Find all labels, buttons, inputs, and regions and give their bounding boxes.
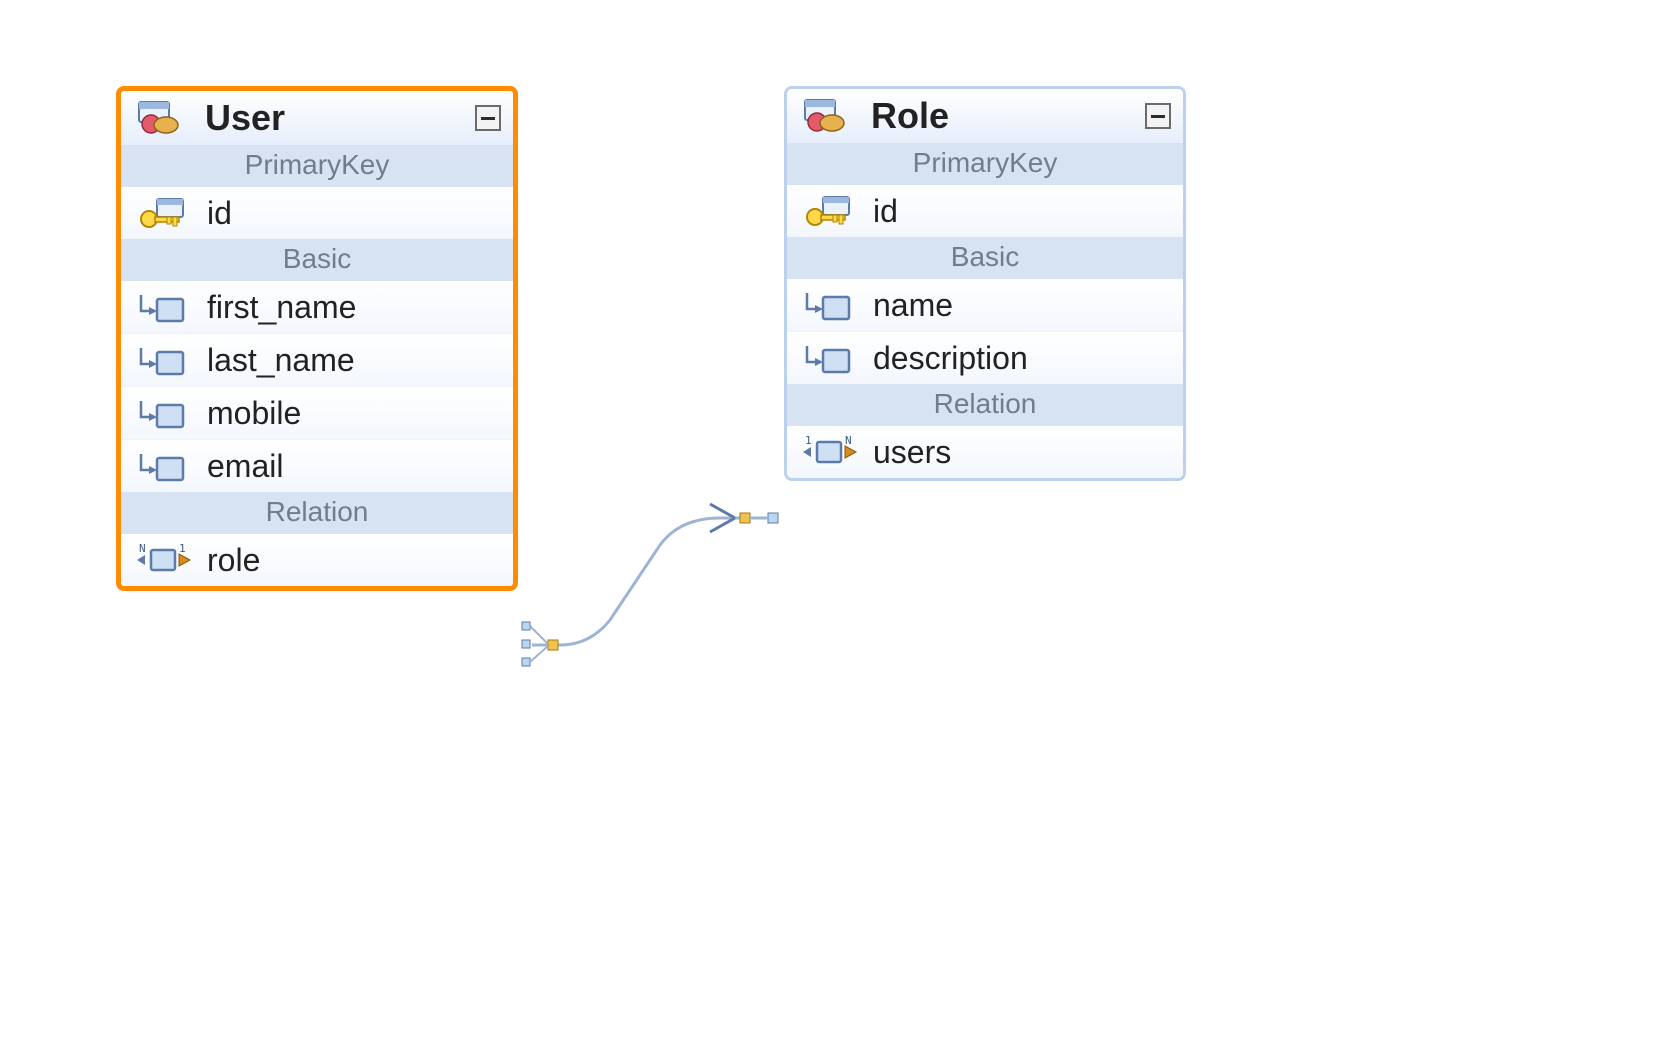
section-primarykey-header: PrimaryKey	[787, 143, 1183, 185]
section-basic-header: Basic	[787, 237, 1183, 279]
section-relation-header: Relation	[787, 384, 1183, 426]
field-role-users[interactable]: users	[787, 426, 1183, 478]
section-relation-header: Relation	[121, 492, 513, 534]
field-user-role[interactable]: role	[121, 534, 513, 586]
entity-role-header[interactable]: Role	[787, 89, 1183, 143]
entity-user-title: User	[205, 97, 461, 139]
section-basic-header: Basic	[121, 239, 513, 281]
attribute-icon	[135, 393, 193, 433]
attribute-icon	[135, 287, 193, 327]
field-user-last-name[interactable]: last_name	[121, 333, 513, 386]
entity-icon	[799, 96, 857, 136]
field-label: role	[207, 542, 260, 579]
attribute-icon	[801, 338, 859, 378]
field-role-description[interactable]: description	[787, 331, 1183, 384]
collapse-icon[interactable]	[1145, 103, 1171, 129]
attribute-icon	[801, 285, 859, 325]
field-label: last_name	[207, 342, 355, 379]
field-label: email	[207, 448, 283, 485]
field-user-mobile[interactable]: mobile	[121, 386, 513, 439]
field-user-first-name[interactable]: first_name	[121, 281, 513, 333]
field-user-id[interactable]: id	[121, 187, 513, 239]
relation-icon	[135, 540, 193, 580]
entity-icon	[133, 98, 191, 138]
field-role-id[interactable]: id	[787, 185, 1183, 237]
field-label: mobile	[207, 395, 301, 432]
entity-role[interactable]: Role PrimaryKey id Basic name descriptio…	[784, 86, 1186, 481]
section-primarykey-header: PrimaryKey	[121, 145, 513, 187]
field-label: first_name	[207, 289, 356, 326]
key-icon	[801, 191, 859, 231]
field-role-name[interactable]: name	[787, 279, 1183, 331]
field-label: description	[873, 340, 1028, 377]
field-label: name	[873, 287, 953, 324]
attribute-icon	[135, 340, 193, 380]
relation-icon	[801, 432, 859, 472]
attribute-icon	[135, 446, 193, 486]
field-label: id	[873, 193, 898, 230]
field-user-email[interactable]: email	[121, 439, 513, 492]
field-label: users	[873, 434, 951, 471]
key-icon	[135, 193, 193, 233]
entity-user[interactable]: User PrimaryKey id Basic first_name last…	[116, 86, 518, 591]
field-label: id	[207, 195, 232, 232]
entity-role-title: Role	[871, 95, 1131, 137]
collapse-icon[interactable]	[475, 105, 501, 131]
entity-user-header[interactable]: User	[121, 91, 513, 145]
